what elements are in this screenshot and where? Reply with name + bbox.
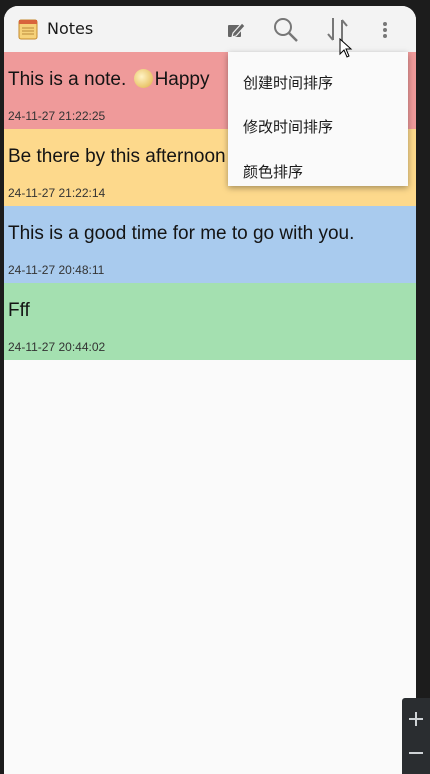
note-text: Fff: [8, 300, 30, 321]
note-item[interactable]: Fff 24-11-27 20:44:02: [4, 283, 416, 360]
menu-item-sort-by-color[interactable]: 颜色排序: [243, 161, 303, 182]
overflow-menu-button[interactable]: [374, 14, 396, 46]
note-timestamp: 24-11-27 21:22:14: [8, 186, 106, 200]
note-text: This is a note. Happy: [8, 69, 210, 90]
menu-item-sort-by-modified-time[interactable]: 修改时间排序: [243, 116, 333, 137]
note-timestamp: 24-11-27 21:22:25: [8, 109, 106, 123]
sort-popup-menu: 创建时间排序 修改时间排序 颜色排序: [228, 52, 408, 186]
overflow-menu-icon: [383, 22, 387, 38]
minus-icon[interactable]: [402, 738, 430, 768]
app-title: Notes: [47, 19, 94, 38]
note-timestamp: 24-11-27 20:44:02: [8, 340, 106, 354]
phone-screen: Notes This is a note. Happy 24-11-27 21:…: [4, 6, 416, 774]
new-note-button[interactable]: [220, 14, 252, 46]
note-text: Be there by this afternoon: [8, 146, 226, 167]
note-item[interactable]: This is a good time for me to go with yo…: [4, 206, 416, 283]
search-icon: [274, 18, 298, 42]
note-text: This is a good time for me to go with yo…: [8, 223, 355, 244]
notepad-icon: [18, 19, 38, 40]
menu-item-sort-by-created-time[interactable]: 创建时间排序: [243, 72, 333, 93]
action-bar: Notes: [4, 6, 416, 53]
search-button[interactable]: [270, 14, 302, 46]
new-note-icon: [228, 22, 246, 38]
plus-icon[interactable]: [402, 704, 430, 734]
moon-emoji-icon: [133, 69, 153, 88]
mouse-cursor-icon: [339, 38, 353, 58]
emulator-side-panel: [402, 698, 430, 774]
note-timestamp: 24-11-27 20:48:11: [8, 263, 105, 277]
